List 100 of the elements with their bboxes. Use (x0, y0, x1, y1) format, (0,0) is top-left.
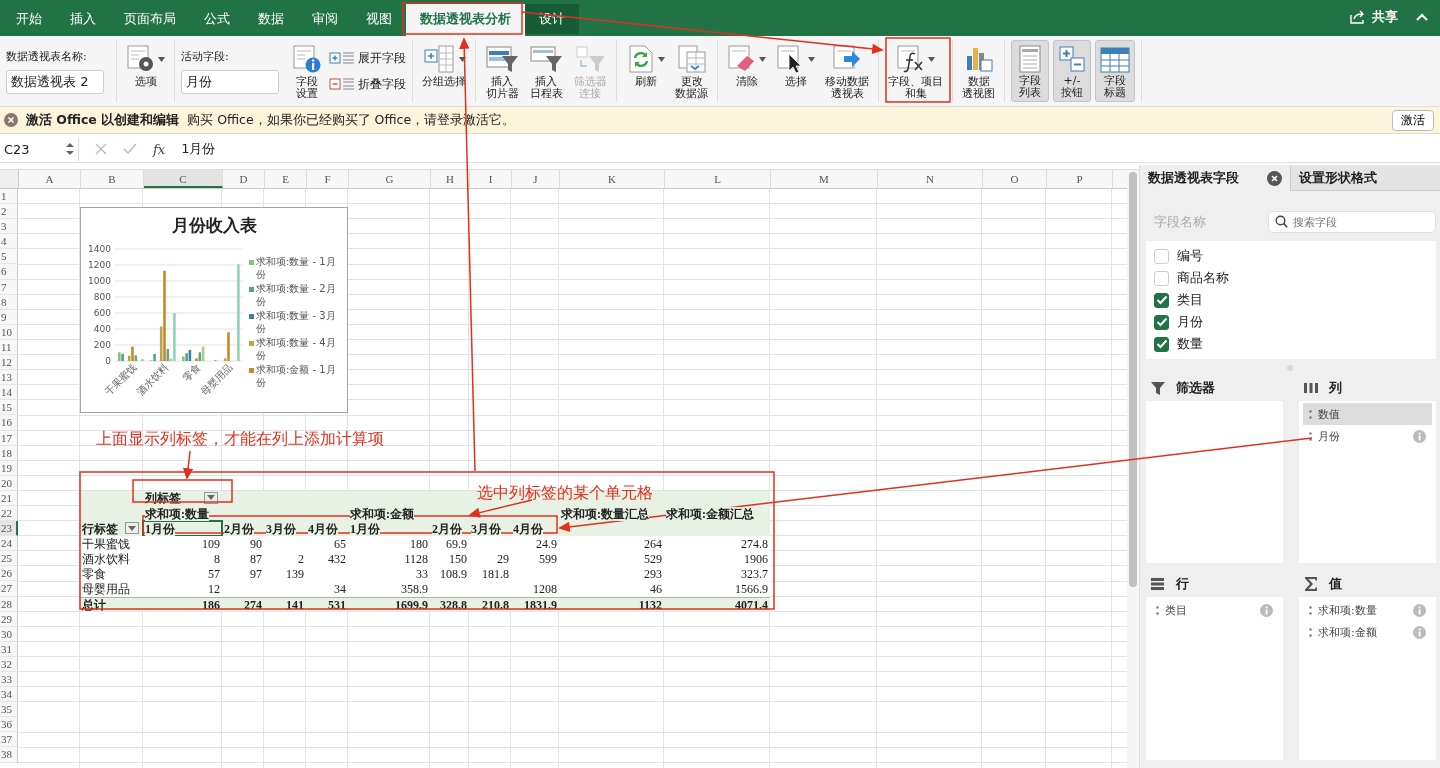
ribbon-button[interactable]: 字段 设置 (289, 40, 325, 102)
row-number[interactable]: 25 (0, 551, 18, 567)
activate-button[interactable]: 激活 (1392, 109, 1434, 131)
ribbon-button[interactable]: 折叠字段 (329, 76, 406, 92)
close-icon[interactable] (1266, 170, 1282, 186)
field-chip[interactable]: 类目 (1150, 599, 1279, 621)
drop-zone[interactable]: 求和项:数量 求和项:金额 (1299, 597, 1436, 760)
row-number[interactable]: 5 (0, 249, 18, 265)
share-button[interactable]: 共享 (1372, 8, 1398, 26)
ribbon-button[interactable]: 选择 (773, 40, 818, 102)
row-number[interactable]: 38 (0, 747, 18, 763)
field-label: 类目 (1177, 291, 1203, 309)
ribbon-button[interactable]: 清除 (724, 40, 769, 102)
axis-label: 1400 (88, 244, 111, 254)
column-header[interactable]: O (983, 170, 1047, 188)
row-number[interactable]: 36 (0, 717, 18, 733)
column-header[interactable]: I (470, 170, 512, 188)
name-box[interactable]: C23 (0, 137, 79, 161)
ribbon-button[interactable]: 插入 日程表 (526, 40, 566, 102)
text-field[interactable]: 数据透视表 2 (6, 69, 104, 94)
row-number[interactable]: 13 (0, 370, 18, 386)
checkbox[interactable] (1154, 292, 1169, 308)
info-icon[interactable] (1413, 625, 1426, 639)
ribbon-tab[interactable]: 数据透视表分析 (406, 4, 525, 36)
column-header[interactable]: A (19, 170, 81, 188)
scrollbar-thumb[interactable] (1129, 172, 1137, 587)
row-number[interactable]: 24 (0, 536, 18, 552)
column-header[interactable]: J (512, 170, 560, 188)
table-cell-text: 65 (333, 536, 347, 552)
field-chip[interactable]: 求和项:金额 (1303, 621, 1432, 643)
row-number[interactable]: 35 (0, 702, 18, 718)
columns-icon (1303, 381, 1319, 395)
row-number[interactable]: 14 (0, 385, 18, 401)
field-chip[interactable]: 月份 (1303, 425, 1432, 447)
ribbon-tab[interactable]: 视图 (352, 4, 406, 34)
column-header[interactable]: E (265, 170, 307, 188)
eraser-icon (727, 44, 757, 74)
gear-icon (126, 44, 156, 74)
ribbon-tab[interactable]: 审阅 (298, 4, 352, 34)
row-number[interactable]: 12 (0, 355, 18, 371)
select-all-corner[interactable] (0, 170, 19, 188)
ribbon-tab[interactable]: 开始 (2, 4, 56, 34)
row-number[interactable]: 34 (0, 687, 18, 703)
column-header[interactable]: D (223, 170, 265, 188)
column-header[interactable]: L (665, 170, 771, 188)
checkbox[interactable] (1154, 336, 1169, 352)
column-header[interactable]: G (349, 170, 431, 188)
info-icon[interactable] (1260, 603, 1273, 617)
row-number[interactable]: 26 (0, 566, 18, 582)
formula-field[interactable]: 1月份 (181, 140, 216, 158)
search-field[interactable]: 搜索字段 (1268, 211, 1436, 233)
text-field[interactable]: 月份 (181, 69, 279, 94)
row-number[interactable]: 15 (0, 400, 18, 416)
table-cell-text: 34 (333, 581, 347, 597)
row-number[interactable]: 27 (0, 581, 18, 597)
info-icon[interactable] (1413, 429, 1426, 443)
ribbon-tab[interactable]: 数据 (244, 4, 298, 34)
info-icon (292, 44, 322, 74)
row-number[interactable]: 37 (0, 732, 18, 748)
field-chip[interactable]: 数值 (1303, 403, 1432, 425)
row-number[interactable]: 4 (0, 234, 18, 250)
info-icon[interactable] (1413, 603, 1426, 617)
column-header[interactable]: M (771, 170, 878, 188)
drop-zone[interactable] (1146, 401, 1283, 563)
row-number[interactable]: 3 (0, 219, 18, 235)
field-chip[interactable]: 求和项:数量 (1303, 599, 1432, 621)
check-icon[interactable] (123, 143, 137, 155)
cancel-icon[interactable] (95, 143, 107, 155)
ribbon-button[interactable]: 字段 列表 (1011, 40, 1049, 102)
ribbon-tab[interactable]: 页面布局 (110, 4, 190, 34)
ribbon-tab[interactable]: 公式 (190, 4, 244, 34)
column-header[interactable]: K (560, 170, 665, 188)
filter-dropdown-button[interactable] (125, 522, 139, 535)
row-number[interactable]: 23 (0, 521, 18, 537)
column-header[interactable]: N (878, 170, 983, 188)
ribbon-button[interactable]: +/- 按钮 (1053, 40, 1091, 102)
ribbon-tab[interactable]: 插入 (56, 4, 110, 34)
close-icon[interactable] (4, 113, 18, 127)
checkbox[interactable] (1154, 314, 1169, 330)
column-header[interactable]: C (144, 170, 223, 188)
ribbon-button[interactable]: 字段、项目 和集 (885, 40, 946, 102)
ribbon-button[interactable]: 选项 (123, 40, 168, 102)
ribbon-button[interactable]: 更改 数据源 (672, 40, 711, 102)
column-header[interactable]: P (1047, 170, 1113, 188)
pane-tab[interactable]: 设置形状格式 (1290, 165, 1440, 191)
ribbon-button[interactable]: 字段 标题 (1095, 40, 1135, 102)
row-number[interactable]: 16 (0, 415, 18, 431)
row-number[interactable]: 6 (0, 264, 18, 280)
row-number[interactable]: 2 (0, 204, 18, 220)
drop-zone[interactable]: 类目 (1146, 597, 1283, 760)
ribbon-button[interactable]: 刷新 (623, 40, 668, 102)
ribbon-button[interactable]: 插入 切片器 (482, 40, 522, 102)
ribbon-button[interactable]: 展开字段 (329, 50, 406, 66)
drop-zone[interactable]: 数值 月份 (1299, 401, 1436, 563)
row-number[interactable]: 33 (0, 672, 18, 688)
row-number[interactable]: 1 (0, 189, 18, 205)
insert-function-button[interactable]: fx (153, 141, 166, 157)
ribbon-button[interactable]: 数据 透视图 (959, 40, 998, 102)
column-header[interactable]: F (307, 170, 349, 188)
collapse-ribbon-icon[interactable] (1416, 13, 1428, 21)
